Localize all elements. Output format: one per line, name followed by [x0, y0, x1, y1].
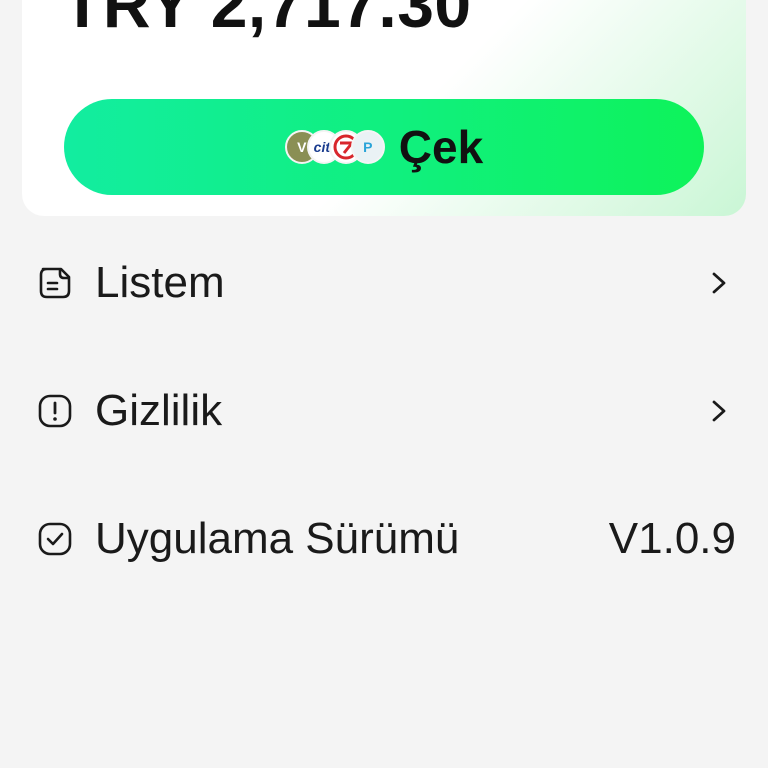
- balance-card: TRY 2,717.30 V citi P Çek: [22, 0, 746, 216]
- exclamation-icon: [38, 394, 72, 428]
- page: TRY 2,717.30 V citi P Çek Listem Gizlili…: [0, 0, 768, 768]
- menu-item-listem[interactable]: Listem: [0, 238, 768, 328]
- menu-item-label: Uygulama Sürümü: [95, 514, 460, 563]
- menu-item-gizlilik[interactable]: Gizlilik: [0, 366, 768, 456]
- app-version-value: V1.0.9: [608, 514, 736, 563]
- menu-item-label: Listem: [95, 258, 225, 307]
- paypal-logo: P: [350, 130, 385, 164]
- note-icon: [39, 267, 71, 299]
- withdraw-button[interactable]: V citi P Çek: [64, 99, 704, 195]
- menu-item-app-version: Uygulama Sürümü V1.0.9: [0, 494, 768, 584]
- payment-logos: V citi P: [284, 130, 385, 164]
- chevron-right-icon: [712, 272, 726, 294]
- checkmark-icon: [38, 522, 72, 556]
- withdraw-label: Çek: [398, 121, 484, 173]
- chevron-right-icon: [712, 400, 726, 422]
- menu-item-label: Gizlilik: [95, 386, 223, 435]
- balance-amount: TRY 2,717.30: [62, 0, 472, 41]
